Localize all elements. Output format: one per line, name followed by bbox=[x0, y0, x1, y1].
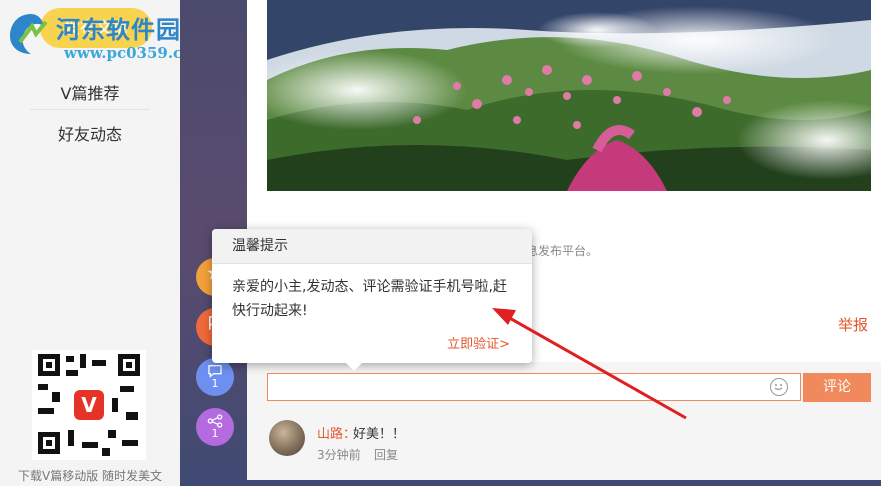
watermark-title: 河东软件园 bbox=[56, 15, 181, 44]
reply-link[interactable]: 回复 bbox=[374, 446, 398, 463]
comment-username-text[interactable]: 山路 bbox=[317, 427, 343, 442]
sidebar-item-v-recommend[interactable]: V篇推荐 bbox=[0, 80, 180, 104]
watermark-logo-icon bbox=[10, 14, 48, 54]
sidebar-item-friend-feed[interactable]: 好友动态 bbox=[0, 121, 180, 145]
qr-code: V bbox=[32, 350, 146, 460]
article-photo bbox=[267, 0, 871, 191]
avatar[interactable] bbox=[269, 420, 305, 456]
watermark-url: www.pc0359.cn bbox=[64, 44, 194, 62]
submit-comment-button[interactable]: 评论 bbox=[803, 373, 871, 402]
comment-count-button[interactable]: 1 bbox=[196, 358, 234, 396]
sidebar: 发布文章 V篇推荐 好友动态 V 下载V篇移动版 随时发美文 bbox=[0, 0, 180, 486]
share-count: 1 bbox=[211, 427, 219, 440]
verify-now-link[interactable]: 立即验证> bbox=[447, 333, 510, 352]
comment-time: 3分钟前 bbox=[317, 448, 361, 462]
qr-caption: 下载V篇移动版 随时发美文 bbox=[17, 469, 163, 483]
share-count-button[interactable]: 1 bbox=[196, 408, 234, 446]
comment-input[interactable] bbox=[267, 373, 801, 401]
comment-count: 1 bbox=[211, 377, 219, 390]
share-icon bbox=[207, 414, 223, 428]
comment-username[interactable]: 山路： bbox=[317, 423, 356, 442]
comment-icon bbox=[208, 365, 222, 378]
sidebar-divider bbox=[30, 109, 150, 110]
emoji-icon[interactable] bbox=[770, 378, 788, 396]
popup-message: 亲爱的小主,发动态、评论需验证手机号啦,赶快行动起来! bbox=[232, 279, 507, 319]
verification-popup: 温馨提示 亲爱的小主,发动态、评论需验证手机号啦,赶快行动起来! 立即验证> bbox=[212, 229, 532, 371]
popup-pointer bbox=[346, 363, 362, 371]
report-link[interactable]: 举报 bbox=[838, 314, 868, 335]
v-logo-icon: V bbox=[74, 390, 104, 420]
article-description: 息发布平台。 bbox=[526, 244, 599, 258]
comment-text: 好美！！ bbox=[353, 427, 406, 442]
popup-title: 温馨提示 bbox=[212, 229, 532, 264]
